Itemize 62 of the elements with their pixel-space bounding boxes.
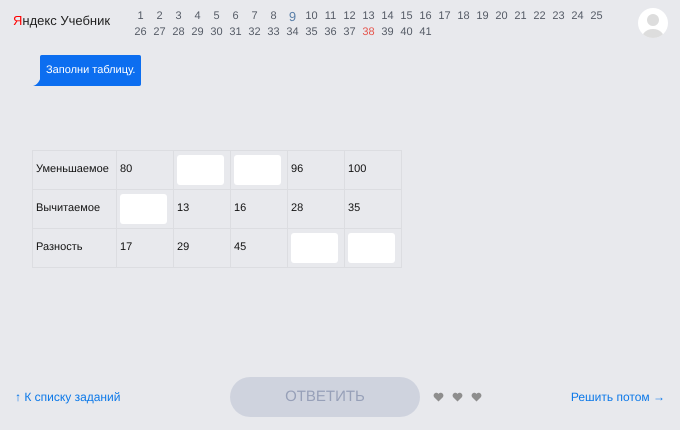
task-number-link[interactable]: 29 [190,24,205,40]
task-number-link[interactable]: 1 [133,8,148,24]
task-number-link[interactable]: 33 [266,24,281,40]
task-number-link[interactable]: 6 [228,8,243,24]
table-value: 96 [291,163,304,176]
instruction-bubble: Заполни таблицу. [40,55,142,86]
table-value: 35 [348,202,360,214]
task-number-link[interactable]: 15 [399,8,414,24]
task-number-link[interactable]: 27 [152,24,167,40]
task-number-link[interactable]: 9 [285,10,300,24]
heart-icon [452,392,463,402]
heart-icon [471,392,482,402]
task-number-link[interactable]: 19 [475,8,490,24]
task-number-link[interactable]: 36 [323,24,338,40]
task-number-link[interactable]: 13 [361,8,376,24]
task-number-link[interactable]: 37 [342,24,357,40]
row-label: Уменьшаемое [32,150,116,189]
task-number-link[interactable]: 11 [323,8,338,24]
task-number-link[interactable]: 4 [190,8,205,24]
task-number-link[interactable]: 23 [551,8,566,24]
task-number-link[interactable]: 28 [171,24,186,40]
logo[interactable]: Яндекс Учебник [13,11,123,30]
table-value: 13 [177,202,190,214]
task-number-link[interactable]: 34 [285,24,300,40]
task-number-link[interactable]: 32 [247,24,262,40]
task-number-link[interactable]: 22 [532,8,547,24]
task-number-link[interactable]: 35 [304,24,319,40]
task-number-link[interactable]: 10 [304,8,319,24]
solve-later-link[interactable]: Решить потом → [570,388,665,406]
table-value: 100 [348,163,366,176]
task-number-link[interactable]: 17 [437,8,452,24]
task-number-link[interactable]: 30 [209,24,224,40]
heart-icon [433,392,444,402]
task-number-link[interactable]: 39 [380,24,395,40]
table-value: 28 [291,202,304,214]
task-number-link[interactable]: 31 [228,24,243,40]
task-number-link[interactable]: 20 [494,8,509,24]
task-number-link[interactable]: 25 [589,8,604,24]
table-value: 29 [177,241,190,254]
task-list-link[interactable]: ↑ К списку заданий [15,388,230,406]
task-number-link[interactable]: 5 [209,8,224,24]
task-number-link[interactable]: 38 [361,24,376,40]
table-value: 16 [234,202,246,214]
task-number-link[interactable]: 40 [399,24,414,40]
task-number-link[interactable]: 2 [152,8,167,24]
task-number-link[interactable]: 14 [380,8,395,24]
table-value: 17 [120,241,132,254]
task-number-link[interactable]: 18 [456,8,471,24]
task-number-link[interactable]: 3 [171,8,186,24]
task-number-link[interactable]: 41 [418,24,433,40]
task-number-link[interactable]: 26 [133,24,148,40]
task-number-link[interactable]: 12 [342,8,357,24]
table-value: 80 [120,163,132,176]
task-number-link[interactable]: 7 [247,8,262,24]
row-label: Разность [32,228,116,267]
avatar-icon[interactable] [638,8,668,38]
row-label: Вычитаемое [32,189,116,228]
table-value: 45 [234,241,246,254]
task-number-link[interactable]: 8 [266,8,281,24]
task-number-link[interactable]: 24 [570,8,585,24]
task-number-link[interactable]: 21 [513,8,528,24]
task-number-link[interactable]: 16 [418,8,433,24]
